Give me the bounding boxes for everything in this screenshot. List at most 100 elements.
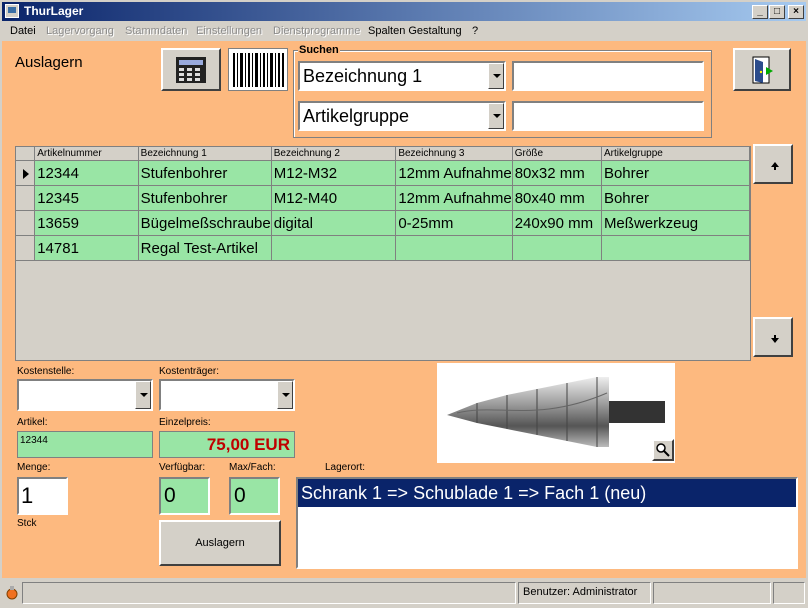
row-selector-header <box>16 147 36 161</box>
column-header[interactable]: Größe <box>512 147 602 161</box>
menu-spalten-gestaltung[interactable]: Spalten Gestaltung <box>368 25 462 37</box>
lagerort-label: Lagerort: <box>325 462 366 473</box>
minimize-icon[interactable]: _ <box>752 5 768 19</box>
column-header[interactable]: Bezeichnung 3 <box>395 147 513 161</box>
table-row[interactable]: 12344 Stufenbohrer M12-M32 12mm Aufnahme… <box>16 160 750 186</box>
kostenstelle-label: Kostenstelle: <box>17 366 75 377</box>
table-cell[interactable]: 14781 <box>34 235 139 261</box>
exit-button[interactable] <box>733 48 791 91</box>
zoom-image-button[interactable] <box>652 439 674 461</box>
barcode-icon <box>233 53 284 87</box>
maximize-icon[interactable]: □ <box>769 5 785 19</box>
status-pane-user: Benutzer: Administrator <box>518 582 651 604</box>
table-cell[interactable]: 240x90 mm <box>512 210 602 236</box>
table-cell[interactable]: 12345 <box>34 185 139 211</box>
table-cell[interactable]: M12-M32 <box>271 160 397 186</box>
table-cell[interactable] <box>271 235 397 261</box>
page-title: Auslagern <box>15 54 83 71</box>
menge-label: Menge: <box>17 462 51 473</box>
search-group-select[interactable]: Artikelgruppe <box>298 101 506 131</box>
chevron-down-icon[interactable] <box>488 63 504 89</box>
table-cell[interactable] <box>512 235 602 261</box>
status-pane-main <box>22 582 516 604</box>
client-area: Auslagern Suchen Bezeichnung 1 Artikelgr… <box>2 41 806 578</box>
search-value-input-1[interactable] <box>512 61 704 91</box>
lagerort-list[interactable]: Schrank 1 => Schublade 1 => Fach 1 (neu) <box>296 477 798 569</box>
close-icon[interactable]: × <box>788 5 804 19</box>
chevron-down-icon[interactable] <box>135 381 151 409</box>
arrow-down-icon <box>771 335 779 343</box>
column-header[interactable]: Artikelgruppe <box>601 147 750 161</box>
verfuegbar-field: 0 <box>159 477 210 515</box>
article-table[interactable]: Artikelnummer Bezeichnung 1 Bezeichnung … <box>15 146 751 361</box>
exit-door-icon <box>752 56 773 84</box>
menu-help[interactable]: ? <box>472 25 478 37</box>
row-selector[interactable] <box>16 160 36 186</box>
kostenstelle-select[interactable] <box>17 379 153 411</box>
article-table-grid: Artikelnummer Bezeichnung 1 Bezeichnung … <box>16 147 750 261</box>
row-selector[interactable] <box>16 185 36 211</box>
table-cell[interactable]: digital <box>271 210 397 236</box>
menge-input[interactable]: 1 <box>17 477 68 515</box>
status-pane-grip <box>773 582 805 604</box>
column-header[interactable]: Bezeichnung 1 <box>138 147 272 161</box>
search-value-input-2[interactable] <box>512 101 704 131</box>
table-cell[interactable] <box>601 235 750 261</box>
main-window: ThurLager _ □ × Datei Lagervorgang Stamm… <box>0 0 808 608</box>
menu-einstellungen[interactable]: Einstellungen <box>196 25 262 37</box>
table-cell[interactable]: M12-M40 <box>271 185 397 211</box>
scroll-up-button[interactable] <box>753 144 793 184</box>
current-row-icon <box>23 169 29 179</box>
keypad-button[interactable] <box>161 48 221 91</box>
keypad-icon <box>176 57 206 83</box>
column-header[interactable]: Artikelnummer <box>34 147 139 161</box>
table-cell[interactable]: 12344 <box>34 160 139 186</box>
table-row[interactable]: 12345 Stufenbohrer M12-M40 12mm Aufnahme… <box>16 185 750 211</box>
table-cell[interactable]: 13659 <box>34 210 139 236</box>
table-cell[interactable]: Stufenbohrer <box>138 185 272 211</box>
table-row[interactable]: 13659 Bügelmeßschraube digital 0-25mm 24… <box>16 210 750 236</box>
maxfach-field: 0 <box>229 477 280 515</box>
table-cell[interactable]: 0-25mm <box>395 210 513 236</box>
menu-lagervorgang[interactable]: Lagervorgang <box>46 25 114 37</box>
menu-datei[interactable]: Datei <box>10 25 36 37</box>
unit-label: Stck <box>17 518 37 529</box>
table-cell[interactable]: Bohrer <box>601 160 750 186</box>
row-selector[interactable] <box>16 235 36 261</box>
table-cell[interactable] <box>395 235 513 261</box>
table-cell[interactable]: Regal Test-Artikel <box>138 235 272 261</box>
search-group-label: Suchen <box>298 44 340 56</box>
product-image <box>437 363 675 463</box>
menu-stammdaten[interactable]: Stammdaten <box>125 25 187 37</box>
table-cell[interactable]: 80x40 mm <box>512 185 602 211</box>
table-cell[interactable]: Bügelmeßschraube <box>138 210 272 236</box>
table-cell[interactable]: 12mm Aufnahme <box>395 185 513 211</box>
einzelpreis-field: 75,00 EUR <box>159 431 295 458</box>
maxfach-label: Max/Fach: <box>229 462 276 473</box>
table-row[interactable]: 14781 Regal Test-Artikel <box>16 235 750 261</box>
column-header[interactable]: Bezeichnung 2 <box>271 147 397 161</box>
arrow-up-icon <box>771 162 779 170</box>
chevron-down-icon[interactable] <box>488 103 504 129</box>
scroll-down-button[interactable] <box>753 317 793 357</box>
auslagern-button[interactable]: Auslagern <box>159 520 281 566</box>
step-drill-image <box>447 377 665 447</box>
barcode-button[interactable] <box>228 48 288 91</box>
table-cell[interactable]: Meßwerkzeug <box>601 210 750 236</box>
status-bar: Benutzer: Administrator <box>0 580 808 608</box>
status-indicator-icon <box>6 586 18 600</box>
row-selector[interactable] <box>16 210 36 236</box>
search-field-select[interactable]: Bezeichnung 1 <box>298 61 506 91</box>
table-cell[interactable]: 12mm Aufnahme <box>395 160 513 186</box>
chevron-down-icon[interactable] <box>277 381 293 409</box>
kostentraeger-select[interactable] <box>159 379 295 411</box>
table-cell[interactable]: 80x32 mm <box>512 160 602 186</box>
status-pane-extra <box>653 582 771 604</box>
table-cell[interactable]: Bohrer <box>601 185 750 211</box>
menu-dienstprogramme[interactable]: Dienstprogramme <box>273 25 360 37</box>
magnifier-icon <box>656 443 670 457</box>
menu-bar: Datei Lagervorgang Stammdaten Einstellun… <box>2 22 806 40</box>
title-bar[interactable]: ThurLager _ □ × <box>2 2 806 21</box>
table-cell[interactable]: Stufenbohrer <box>138 160 272 186</box>
lagerort-item[interactable]: Schrank 1 => Schublade 1 => Fach 1 (neu) <box>298 479 796 507</box>
